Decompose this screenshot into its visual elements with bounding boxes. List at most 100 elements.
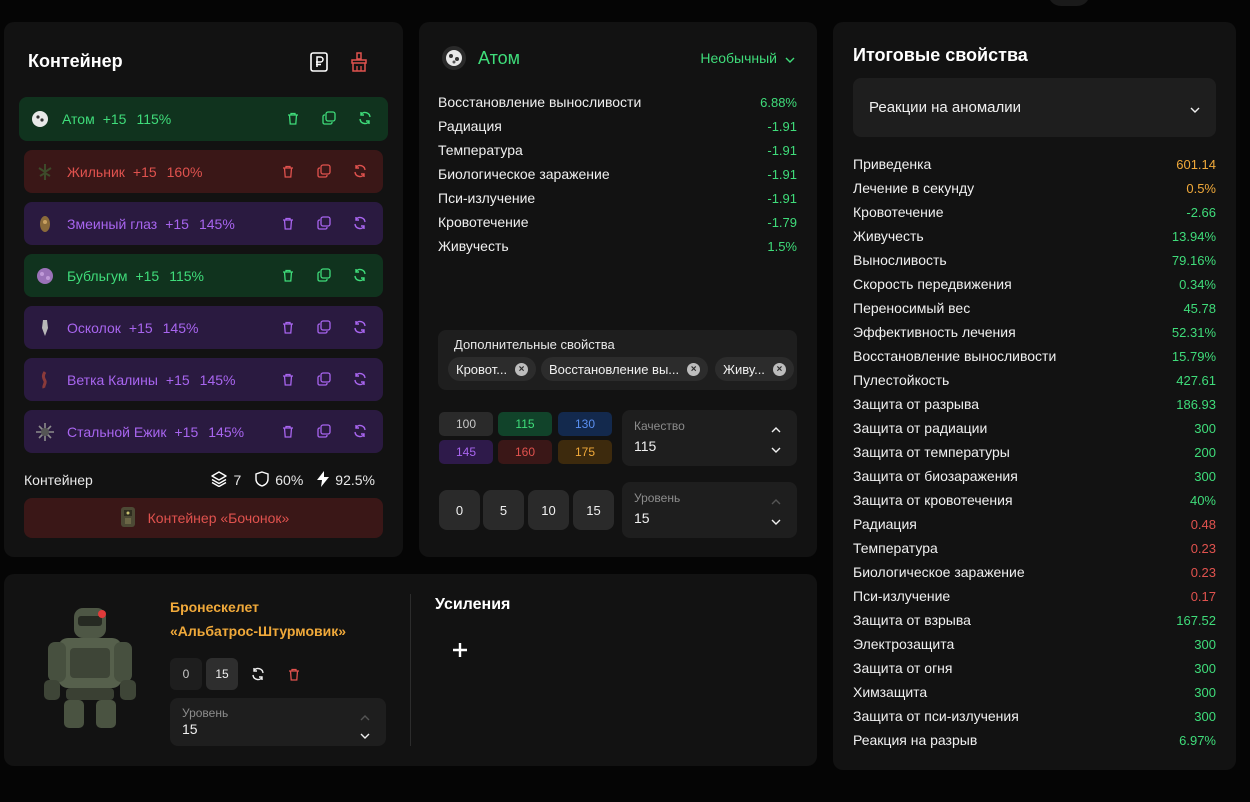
- quality-option-160[interactable]: 160: [498, 440, 552, 464]
- refresh-icon[interactable]: [351, 370, 369, 388]
- close-icon[interactable]: ×: [515, 362, 529, 376]
- refresh-icon[interactable]: [351, 214, 369, 232]
- totals-filter-dropdown[interactable]: Реакции на аномалии: [853, 78, 1216, 137]
- boosts-title: Усиления: [435, 596, 511, 613]
- total-label: Защита от взрыва: [853, 612, 971, 628]
- total-row: Защита от температуры 200: [853, 440, 1216, 464]
- ruble-icon[interactable]: [308, 51, 330, 73]
- total-value: 52.31%: [1171, 324, 1216, 340]
- total-value: 45.78: [1183, 300, 1216, 316]
- artifact-property-row: Температура -1.91: [438, 138, 797, 162]
- total-row: Химзащита 300: [853, 680, 1216, 704]
- slots-stat: 7: [211, 470, 241, 490]
- level-option-5[interactable]: 5: [483, 490, 524, 530]
- totals-title: Итоговые свойства: [853, 45, 1028, 65]
- artifact-row-zhilnik[interactable]: Жильник +15 160%: [24, 150, 383, 193]
- artifact-row-shard[interactable]: Осколок +15 145%: [24, 306, 383, 349]
- total-label: Живучесть: [853, 228, 924, 244]
- chevron-down-icon[interactable]: [360, 726, 370, 744]
- total-value: 0.23: [1190, 540, 1216, 556]
- energy-value: 92.5%: [335, 472, 375, 488]
- armor-level-option-15[interactable]: 15: [206, 658, 238, 690]
- chevron-down-icon[interactable]: [771, 512, 781, 530]
- copy-icon[interactable]: [320, 109, 338, 127]
- refresh-icon[interactable]: [351, 266, 369, 284]
- total-value: 186.93: [1176, 396, 1216, 412]
- level-option-15[interactable]: 15: [573, 490, 614, 530]
- trash-icon[interactable]: [279, 214, 297, 232]
- level-option-10[interactable]: 10: [528, 490, 569, 530]
- property-label: Радиация: [438, 118, 502, 134]
- artifact-row-atom[interactable]: Атом +15 115%: [19, 97, 388, 141]
- property-label: Кровотечение: [438, 214, 529, 230]
- broom-icon[interactable]: [348, 51, 370, 73]
- quality-stepper[interactable]: Качество 115: [622, 410, 797, 466]
- level-option-0[interactable]: 0: [439, 490, 480, 530]
- chevron-up-icon[interactable]: [771, 420, 781, 438]
- energy-stat: 92.5%: [317, 470, 375, 490]
- artifact-row-snake-eye[interactable]: Змеиный глаз +15 145%: [24, 202, 383, 245]
- chevron-up-icon[interactable]: [771, 492, 781, 510]
- refresh-icon[interactable]: [351, 422, 369, 440]
- rarity-dropdown[interactable]: Необычный: [700, 50, 795, 66]
- refresh-icon[interactable]: [351, 162, 369, 180]
- quality-option-175[interactable]: 175: [558, 440, 612, 464]
- quality-option-115[interactable]: 115: [498, 412, 552, 436]
- total-value: 0.5%: [1186, 180, 1216, 196]
- extra-chip[interactable]: Живу... ×: [715, 357, 794, 381]
- armor-level-stepper[interactable]: Уровень 15: [170, 698, 386, 746]
- trash-icon[interactable]: [279, 266, 297, 284]
- artifact-row-name: Атом: [62, 111, 95, 127]
- bolt-icon: [317, 470, 330, 490]
- property-label: Температура: [438, 142, 523, 158]
- quality-option-145[interactable]: 145: [439, 440, 493, 464]
- artifact-row-bubblegum[interactable]: Бубльгум +15 115%: [24, 254, 383, 297]
- property-value: -1.91: [767, 118, 797, 134]
- rarity-value: Необычный: [700, 50, 777, 66]
- container-type-button[interactable]: Контейнер «Бочонок»: [24, 498, 383, 538]
- total-value: 300: [1194, 420, 1216, 436]
- artifact-property-row: Радиация -1.91: [438, 114, 797, 138]
- top-scroll-pill[interactable]: [1048, 0, 1090, 6]
- total-value: -2.66: [1186, 204, 1216, 220]
- trash-icon[interactable]: [279, 318, 297, 336]
- close-icon[interactable]: ×: [687, 362, 701, 376]
- trash-icon[interactable]: [279, 422, 297, 440]
- close-icon[interactable]: ×: [772, 362, 786, 376]
- total-label: Реакция на разрыв: [853, 732, 978, 748]
- artifact-row-kalina-branch[interactable]: Ветка Калины +15 145%: [24, 358, 383, 401]
- copy-icon[interactable]: [315, 214, 333, 232]
- total-value: 13.94%: [1171, 228, 1216, 244]
- level-stepper[interactable]: Уровень 15: [622, 482, 797, 538]
- total-value: 79.16%: [1171, 252, 1216, 268]
- armor-name-line1: Бронескелет: [170, 599, 259, 615]
- artifact-row-steel-hedgehog[interactable]: Стальной Ежик +15 145%: [24, 410, 383, 453]
- chevron-up-icon[interactable]: [360, 708, 370, 726]
- copy-icon[interactable]: [315, 162, 333, 180]
- trash-icon[interactable]: [279, 162, 297, 180]
- armor-level-option-0[interactable]: 0: [170, 658, 202, 690]
- trash-icon[interactable]: [284, 109, 302, 127]
- refresh-icon[interactable]: [356, 109, 374, 127]
- copy-icon[interactable]: [315, 266, 333, 284]
- quality-option-130[interactable]: 130: [558, 412, 612, 436]
- total-row: Радиация 0.48: [853, 512, 1216, 536]
- plus-icon[interactable]: [448, 638, 472, 662]
- quality-option-100[interactable]: 100: [439, 412, 493, 436]
- chevron-down-icon[interactable]: [771, 440, 781, 458]
- extra-chip[interactable]: Восстановление вы... ×: [541, 357, 709, 381]
- copy-icon[interactable]: [315, 318, 333, 336]
- atom-artifact-icon: [441, 45, 467, 71]
- total-row: Защита от взрыва 167.52: [853, 608, 1216, 632]
- artifact-row-level: +15: [165, 371, 190, 388]
- property-value: 1.5%: [767, 238, 797, 254]
- copy-icon[interactable]: [315, 370, 333, 388]
- extra-chip[interactable]: Кровот... ×: [448, 357, 537, 381]
- trash-icon[interactable]: [278, 658, 310, 690]
- trash-icon[interactable]: [279, 370, 297, 388]
- artifact-row-name: Бубльгум: [67, 267, 128, 284]
- refresh-icon[interactable]: [242, 658, 274, 690]
- refresh-icon[interactable]: [351, 318, 369, 336]
- snake-eye-icon: [34, 213, 56, 235]
- copy-icon[interactable]: [315, 422, 333, 440]
